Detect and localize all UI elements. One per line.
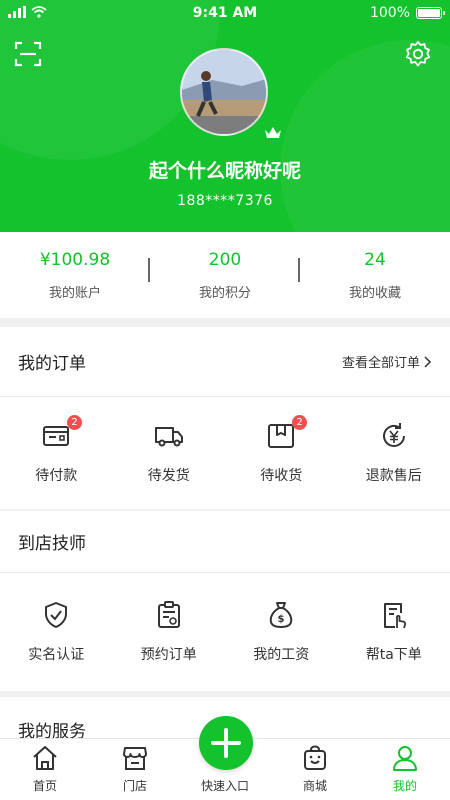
clipboard-icon [157,601,180,628]
profile-header: 9:41 AM 100% 起个什么昵称好呢 188****7376 [0,0,450,232]
grid-label: 我的工资 [253,647,310,663]
stat-value: 200 [208,250,242,270]
quick-entry-button[interactable] [199,716,253,770]
count-badge: 2 [292,415,307,430]
section-title: 我的订单 [18,354,86,374]
stat-favorites[interactable]: 24 我的收藏 [300,232,450,318]
tab-label: 快速入口 [200,779,249,793]
tab-label: 门店 [122,779,147,793]
grid-label: 待发货 [147,468,190,484]
grid-label: 实名认证 [28,647,85,663]
money-bag-icon: $ [270,602,293,629]
view-all-orders-link[interactable]: 查看全部订单 [342,352,432,371]
plus-icon [211,728,241,758]
runner-photo [182,50,266,134]
grid-label: 帮ta下单 [365,647,422,663]
crown-icon [265,127,281,138]
tech-verification[interactable]: 实名认证 [0,573,113,691]
stat-account[interactable]: ¥100.98 我的账户 [0,232,150,318]
grid-label: 待收货 [260,468,303,484]
grid-label: 待付款 [35,468,78,484]
count-badge: 2 [67,415,82,430]
status-bar: 9:41 AM 100% [0,0,450,28]
stats-bar: ¥100.98 我的账户 200 我的积分 24 我的收藏 [0,232,450,318]
gear-icon[interactable] [404,40,432,68]
tech-wages[interactable]: $ 我的工资 [225,573,338,691]
refund-icon [382,423,405,447]
grid-label: 预约订单 [140,647,197,663]
order-pending-shipment[interactable]: 待发货 [113,397,226,509]
user-icon [393,746,417,771]
phone-number: 188****7376 [177,193,273,209]
order-pending-payment[interactable]: 2 待付款 [0,397,113,509]
stat-label: 我的收藏 [348,286,401,301]
order-refund[interactable]: 退款售后 [338,397,450,509]
tab-label: 商城 [302,779,327,793]
tab-store[interactable]: 门店 [90,739,180,800]
tab-label: 我的 [392,779,417,793]
divider [148,258,150,282]
stat-points[interactable]: 200 我的积分 [150,232,300,318]
battery-percent: 100% [369,5,410,21]
orders-section: 我的订单 查看全部订单 2 待付款 待发货 2 待收货 退款售后 [0,327,450,509]
home-icon [33,746,57,770]
grid-label: 退款售后 [365,468,422,484]
tab-mine[interactable]: 我的 [360,739,450,800]
stat-value: ¥100.98 [39,250,111,270]
battery-icon [416,7,445,19]
view-all-label: 查看全部订单 [341,356,420,371]
section-title: 到店技师 [18,534,86,554]
stat-label: 我的积分 [198,286,251,301]
store-icon [123,747,147,770]
chevron-right-icon [424,355,432,368]
scan-icon[interactable] [14,40,42,68]
divider [298,258,300,282]
order-pending-receipt[interactable]: 2 待收货 [225,397,338,509]
tab-mall[interactable]: 商城 [270,739,360,800]
shield-check-icon [45,602,68,628]
stat-value: 24 [364,250,386,270]
avatar[interactable] [180,48,268,136]
shopping-bag-icon [304,745,326,770]
tab-label: 首页 [32,779,57,793]
nickname[interactable]: 起个什么昵称好呢 [0,156,450,183]
tech-order-for-client[interactable]: 帮ta下单 [338,573,450,691]
truck-icon [154,427,183,447]
tech-appointments[interactable]: 预约订单 [113,573,226,691]
technician-section: 到店技师 实名认证 预约订单 $ 我的工资 帮ta下单 [0,511,450,691]
svg-text:$: $ [278,614,285,625]
order-hand-icon [383,603,406,629]
tab-home[interactable]: 首页 [0,739,90,800]
stat-label: 我的账户 [48,286,101,301]
